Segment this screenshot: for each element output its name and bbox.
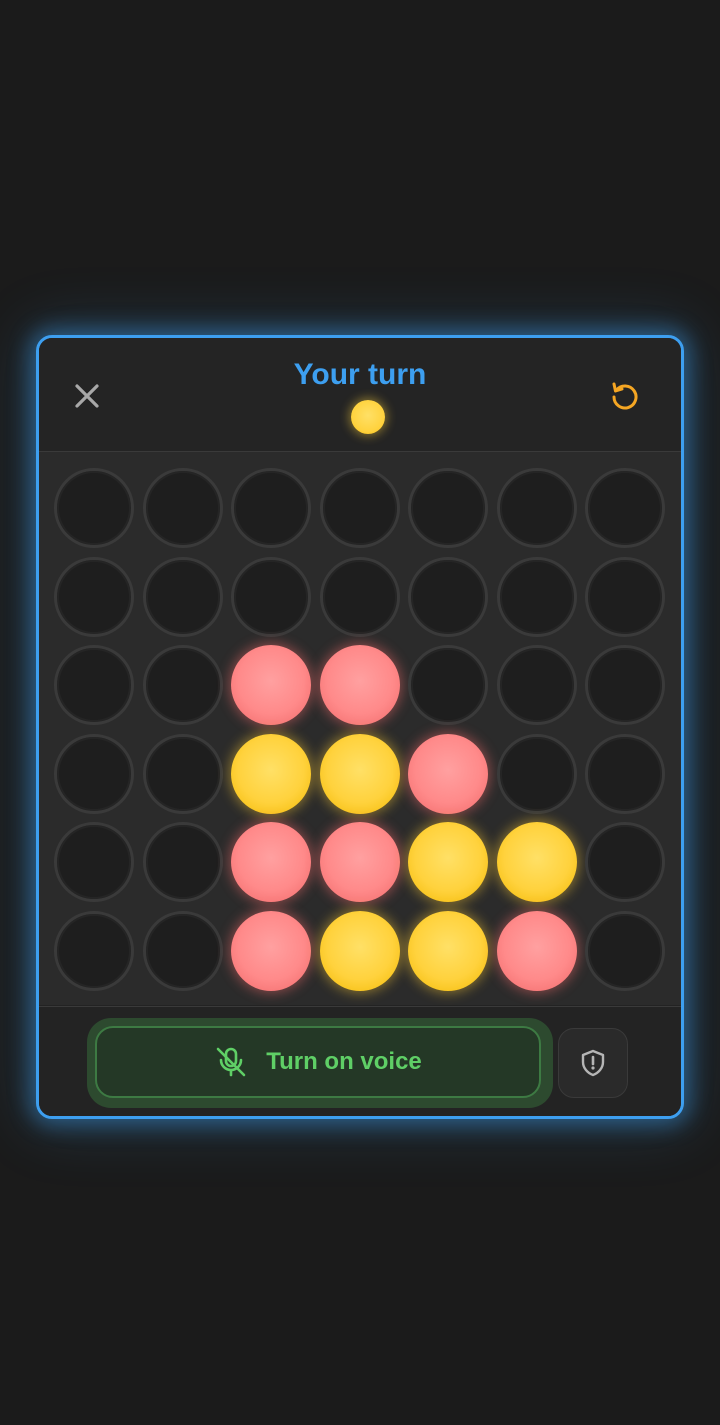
empty-slot[interactable] [54, 822, 134, 902]
empty-slot[interactable] [54, 910, 134, 991]
yellow-disc[interactable] [319, 910, 400, 991]
empty-slot[interactable] [142, 556, 223, 637]
empty-slot[interactable] [319, 468, 400, 548]
empty-slot[interactable] [408, 645, 488, 725]
empty-slot[interactable] [231, 468, 311, 548]
empty-slot[interactable] [496, 556, 577, 637]
current-player-disc [351, 400, 385, 434]
red-disc[interactable] [231, 822, 311, 902]
red-disc[interactable] [496, 910, 577, 991]
game-footer: Turn on voice [39, 1006, 681, 1116]
empty-slot[interactable] [496, 468, 577, 548]
empty-slot[interactable] [142, 645, 223, 725]
empty-slot[interactable] [585, 468, 665, 548]
red-disc[interactable] [319, 645, 400, 725]
empty-slot[interactable] [585, 910, 665, 991]
turn-title: Your turn [293, 358, 427, 391]
game-panel: Your turn Turn on voice [36, 335, 684, 1119]
empty-slot[interactable] [142, 822, 223, 902]
empty-slot[interactable] [585, 645, 665, 725]
empty-slot[interactable] [54, 645, 134, 725]
restart-icon [612, 382, 638, 410]
game-board [39, 452, 681, 1005]
red-disc[interactable] [231, 645, 311, 725]
empty-slot[interactable] [231, 556, 311, 637]
empty-slot[interactable] [142, 468, 223, 548]
empty-slot[interactable] [496, 645, 577, 725]
game-header: Your turn [39, 338, 681, 452]
empty-slot[interactable] [496, 733, 577, 814]
mic-off-icon [216, 1047, 246, 1077]
empty-slot[interactable] [585, 822, 665, 902]
yellow-disc[interactable] [319, 733, 400, 814]
empty-slot[interactable] [585, 556, 665, 637]
empty-slot[interactable] [54, 733, 134, 814]
voice-button-label: Turn on voice [266, 1048, 422, 1075]
empty-slot[interactable] [408, 556, 488, 637]
report-button[interactable] [558, 1028, 628, 1098]
empty-slot[interactable] [319, 556, 400, 637]
red-disc[interactable] [319, 822, 400, 902]
empty-slot[interactable] [142, 733, 223, 814]
empty-slot[interactable] [142, 910, 223, 991]
yellow-disc[interactable] [496, 822, 577, 902]
restart-button[interactable] [605, 376, 645, 416]
empty-slot[interactable] [54, 556, 134, 637]
empty-slot[interactable] [54, 468, 134, 548]
turn-on-voice-button[interactable]: Turn on voice [95, 1026, 541, 1098]
shield-alert-icon [581, 1049, 605, 1077]
voice-button-frame: Turn on voice [87, 1018, 553, 1108]
red-disc[interactable] [231, 910, 311, 991]
red-disc[interactable] [408, 733, 488, 814]
yellow-disc[interactable] [408, 910, 488, 991]
empty-slot[interactable] [585, 733, 665, 814]
empty-slot[interactable] [408, 468, 488, 548]
yellow-disc[interactable] [231, 733, 311, 814]
yellow-disc[interactable] [408, 822, 488, 902]
